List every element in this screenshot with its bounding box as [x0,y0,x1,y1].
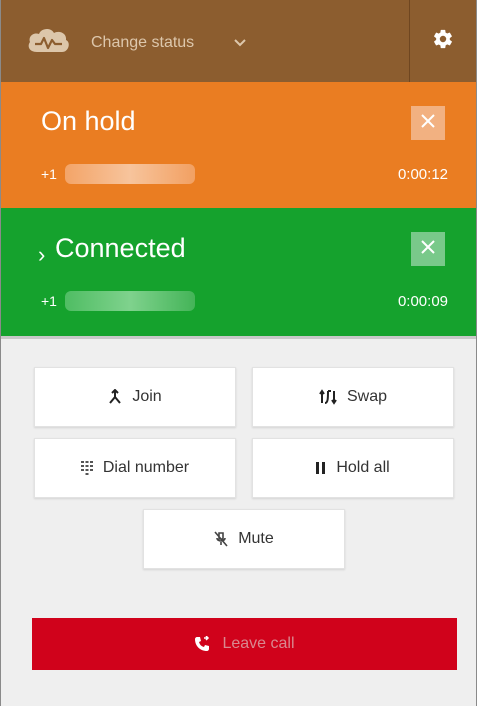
phone-number-prefix: +1 [41,166,57,182]
join-label: Join [132,388,162,405]
merge-icon [108,389,122,405]
mute-button[interactable]: Mute [143,509,345,569]
call-timer: 0:00:12 [397,166,448,183]
chevron-down-icon[interactable] [233,36,247,50]
on-hold-call-card[interactable]: On hold +1 0:00:12 [1,82,476,208]
dialpad-icon [80,461,93,475]
phone-number-prefix: +1 [41,293,57,309]
close-icon [420,113,436,134]
leave-call-label: Leave call [222,635,295,652]
hold-all-button[interactable]: Hold all [252,438,454,498]
swap-button[interactable]: Swap [252,367,454,427]
header-bar: Change status [1,0,476,82]
mic-off-icon [214,531,228,547]
redacted-phone-number [65,291,195,311]
divider [1,336,476,339]
mute-label: Mute [238,530,274,547]
cloud-phone-logo-icon [25,24,71,56]
chevron-right-icon[interactable]: › [38,242,45,268]
dial-number-label: Dial number [102,459,190,476]
swap-icon [319,389,337,405]
call-status-title: Connected [55,233,186,263]
call-panel: Change status On hold +1 0:00:12 › Conne… [0,0,477,706]
call-timer: 0:00:09 [397,293,448,310]
pause-icon [316,462,326,474]
close-call-button[interactable] [411,106,445,140]
hold-all-label: Hold all [336,459,390,476]
settings-button[interactable] [410,0,476,82]
close-call-button[interactable] [411,232,445,266]
leave-call-button[interactable]: Leave call [32,618,457,670]
connected-call-card[interactable]: › Connected +1 0:00:09 [1,208,476,336]
redacted-phone-number [65,164,195,184]
close-icon [420,239,436,260]
phone-leave-icon [194,636,210,652]
join-button[interactable]: Join [34,367,236,427]
gear-icon [432,28,454,55]
call-status-title: On hold [41,106,136,136]
swap-label: Swap [346,388,388,405]
change-status-dropdown[interactable]: Change status [91,34,194,52]
dial-number-button[interactable]: Dial number [34,438,236,498]
